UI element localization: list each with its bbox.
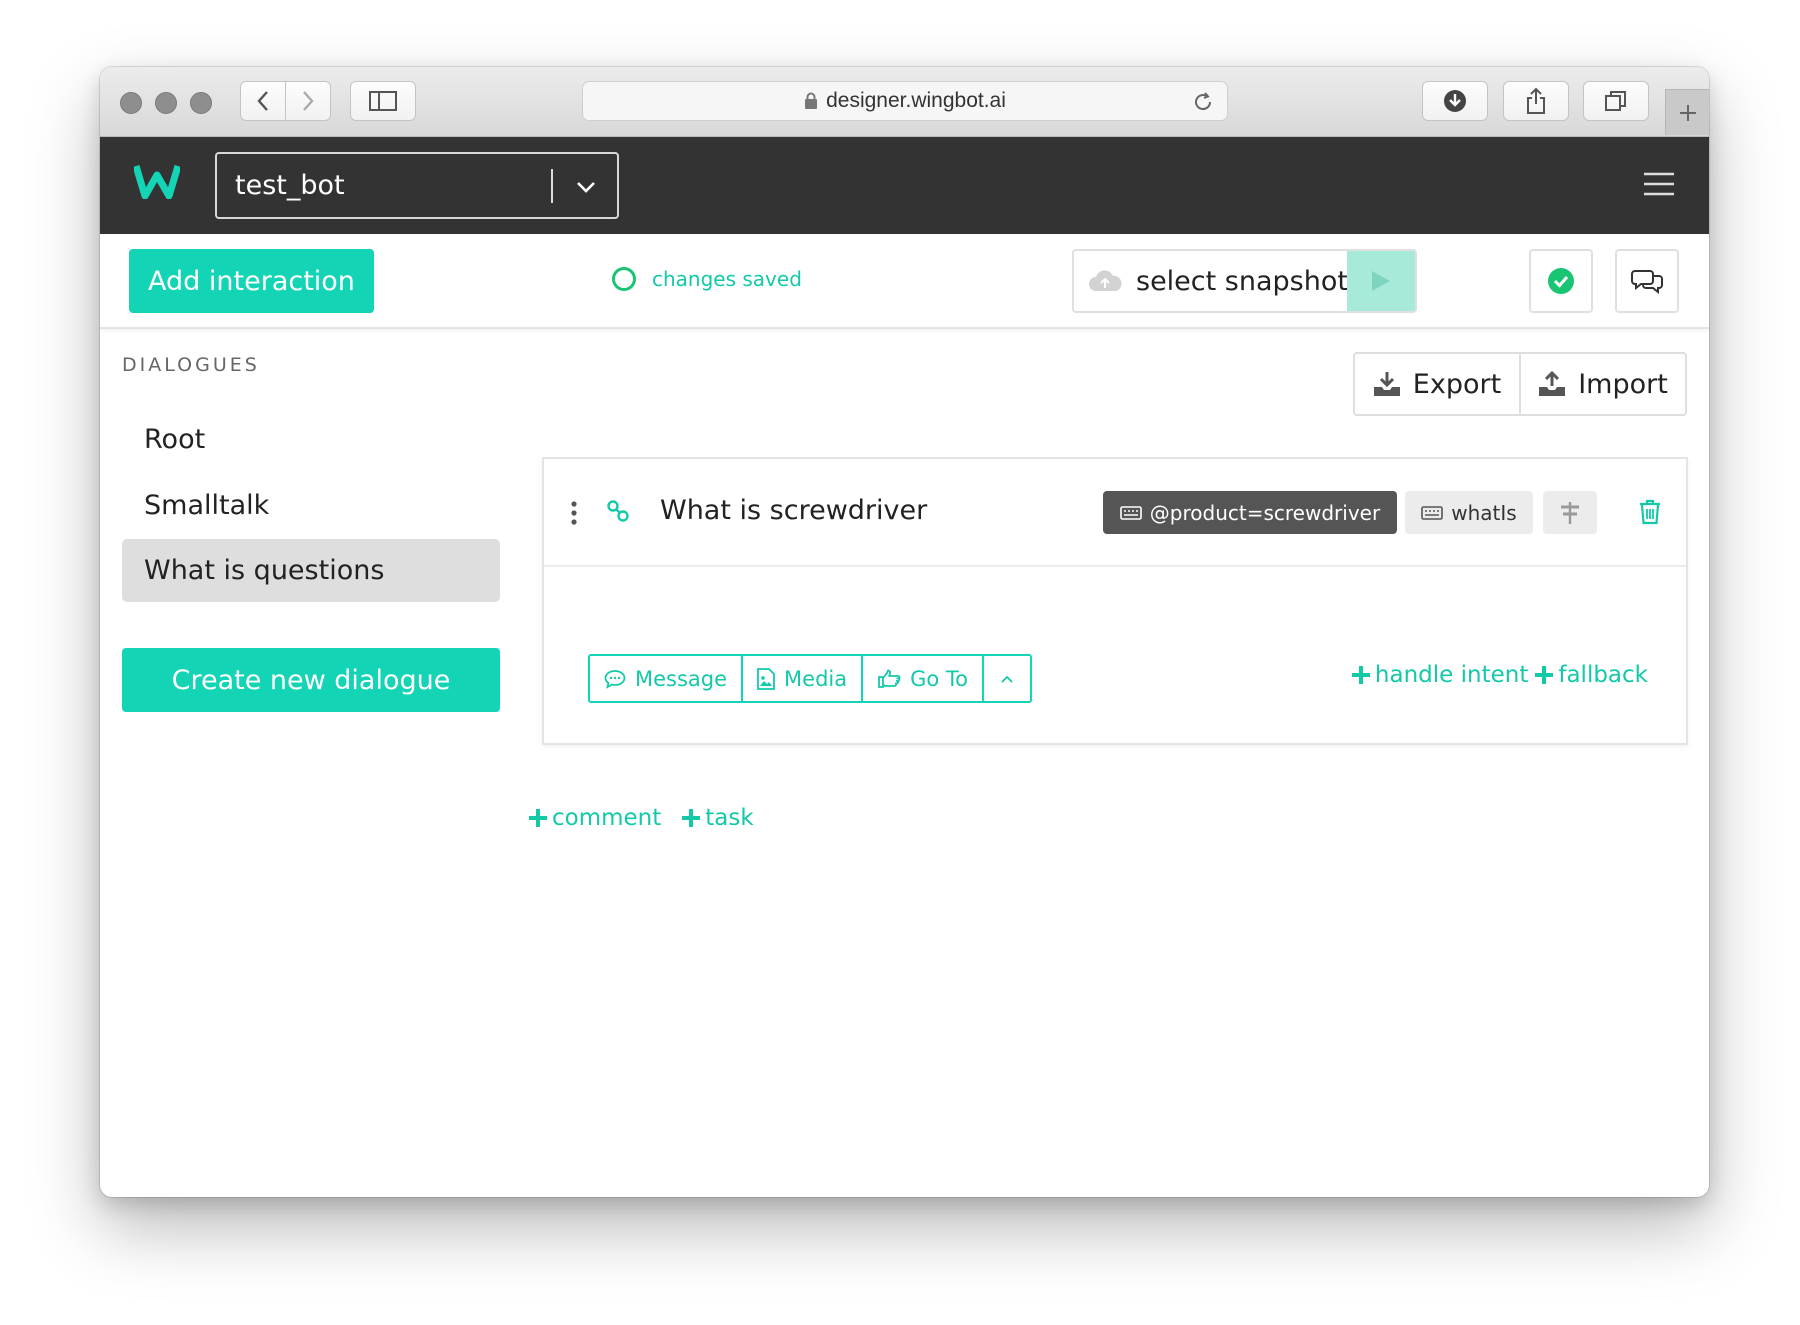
dialogue-item-label: Smalltalk — [144, 490, 270, 521]
download-tray-icon — [1373, 372, 1400, 396]
dialogues-heading: DIALOGUES — [122, 354, 260, 376]
fallback-link[interactable]: fallback — [1534, 662, 1648, 688]
snapshot-selector[interactable]: select snapshot — [1072, 249, 1417, 313]
chevron-down-icon — [577, 182, 595, 193]
new-tab-button[interactable] — [1665, 89, 1709, 135]
add-message-label: Message — [635, 666, 728, 691]
link-icon[interactable] — [606, 499, 630, 523]
play-icon — [1372, 271, 1390, 291]
create-dialogue-button[interactable]: Create new dialogue — [122, 648, 500, 712]
interaction-links: handle intent fallback — [1351, 662, 1648, 688]
upload-tray-icon — [1539, 371, 1566, 396]
download-icon — [1444, 90, 1466, 112]
add-media-button[interactable]: Media — [741, 656, 861, 701]
add-goto-button[interactable]: Go To — [861, 656, 982, 701]
plus-icon — [1679, 104, 1696, 121]
tabs-overview-button[interactable] — [1583, 81, 1649, 121]
export-import-group: Export Import — [1353, 352, 1687, 416]
check-circle-icon — [1548, 268, 1574, 294]
minimize-window-button[interactable] — [155, 92, 177, 114]
url-text: designer.wingbot.ai — [826, 89, 1006, 112]
interaction-header: What is screwdriver @product=screwdriver… — [544, 459, 1686, 567]
more-actions-button[interactable] — [982, 656, 1030, 701]
close-window-button[interactable] — [120, 92, 142, 114]
sidebar-icon — [369, 91, 397, 111]
plus-icon — [682, 809, 701, 827]
address-bar[interactable]: designer.wingbot.ai — [582, 81, 1228, 121]
select-divider — [551, 169, 553, 203]
image-icon — [757, 667, 775, 690]
add-comment-label: comment — [552, 805, 662, 831]
saved-indicator-icon — [612, 267, 636, 291]
conditions-button[interactable] — [1543, 491, 1597, 534]
speech-bubble-icon — [604, 669, 626, 689]
cloud-upload-icon — [1089, 270, 1122, 291]
share-icon — [1527, 87, 1545, 114]
export-label: Export — [1412, 368, 1502, 400]
dialogue-item-root[interactable]: Root — [122, 408, 500, 471]
chevron-up-icon — [1001, 675, 1013, 683]
plus-icon — [1351, 666, 1370, 684]
intent-tag-text: whatIs — [1451, 500, 1517, 525]
add-task-label: task — [705, 805, 754, 831]
reload-icon[interactable] — [1191, 90, 1215, 114]
add-message-button[interactable]: Message — [590, 656, 741, 701]
app-header: test_bot — [100, 137, 1709, 234]
add-note-links: comment task — [528, 805, 754, 831]
interaction-card: What is screwdriver @product=screwdriver… — [542, 457, 1688, 745]
menu-icon[interactable] — [1643, 172, 1675, 196]
handle-intent-label: handle intent — [1374, 662, 1529, 688]
browser-toolbar: designer.wingbot.ai — [100, 67, 1709, 137]
deploy-snapshot-button[interactable] — [1347, 251, 1415, 311]
forward-button[interactable] — [285, 81, 331, 121]
dialogue-item-what-is-questions[interactable]: What is questions — [122, 539, 500, 602]
chat-bubbles-icon — [1631, 270, 1663, 294]
dialogue-item-label: Root — [144, 424, 206, 455]
browser-window: designer.wingbot.ai test_bot Add interac… — [100, 67, 1709, 1197]
chevron-right-icon — [303, 91, 314, 111]
entity-tag-text: @product=screwdriver — [1149, 500, 1381, 525]
wingbot-logo-icon[interactable] — [134, 163, 180, 199]
fallback-label: fallback — [1558, 662, 1648, 688]
save-status-text: changes saved — [652, 267, 802, 291]
keyboard-icon — [1421, 505, 1444, 520]
add-response-group: Message Media Go To — [588, 654, 1033, 703]
keyboard-icon — [1119, 505, 1142, 520]
add-comment-link[interactable]: comment — [528, 805, 661, 831]
snapshot-label: select snapshot — [1136, 265, 1348, 297]
sidebar-toggle-button[interactable] — [350, 81, 416, 121]
export-button[interactable]: Export — [1355, 354, 1519, 414]
bot-name: test_bot — [235, 170, 345, 201]
signpost-icon — [1561, 501, 1579, 524]
trash-icon[interactable] — [1639, 499, 1661, 525]
tabs-icon — [1605, 91, 1626, 111]
bot-selector[interactable]: test_bot — [215, 152, 619, 219]
drag-handle-icon[interactable] — [570, 501, 578, 525]
add-media-label: Media — [784, 666, 848, 691]
validate-button[interactable] — [1529, 249, 1593, 313]
dialogue-item-smalltalk[interactable]: Smalltalk — [122, 474, 500, 537]
dialogue-item-label: What is questions — [144, 555, 385, 586]
pointing-hand-icon — [878, 669, 901, 688]
chat-test-button[interactable] — [1615, 249, 1679, 313]
add-task-link[interactable]: task — [681, 805, 754, 831]
back-button[interactable] — [240, 81, 286, 121]
lock-icon — [805, 92, 818, 109]
entity-tag[interactable]: @product=screwdriver — [1103, 491, 1397, 534]
share-button[interactable] — [1503, 81, 1569, 121]
editor-toolbar: Add interaction changes saved select sna… — [100, 234, 1709, 329]
import-button[interactable]: Import — [1519, 354, 1685, 414]
import-label: Import — [1578, 368, 1668, 400]
save-status: changes saved — [612, 267, 802, 291]
intent-tag[interactable]: whatIs — [1405, 491, 1533, 534]
interaction-title[interactable]: What is screwdriver — [660, 495, 927, 526]
plus-icon — [1535, 666, 1554, 684]
add-interaction-button[interactable]: Add interaction — [129, 249, 374, 313]
chevron-left-icon — [257, 91, 268, 111]
downloads-button[interactable] — [1422, 81, 1488, 121]
plus-icon — [529, 809, 547, 827]
add-goto-label: Go To — [910, 666, 969, 691]
zoom-window-button[interactable] — [190, 92, 212, 114]
handle-intent-link[interactable]: handle intent — [1351, 662, 1528, 688]
